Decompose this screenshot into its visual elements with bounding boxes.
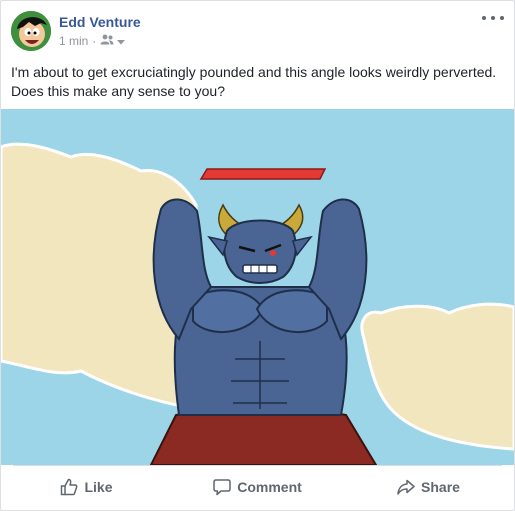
share-button[interactable]: Share: [343, 467, 514, 507]
more-dot: [482, 16, 486, 20]
like-button[interactable]: Like: [1, 467, 172, 507]
thumbs-up-icon: [60, 478, 78, 496]
post-actions: Like Comment Share: [1, 467, 514, 507]
post-timestamp[interactable]: 1 min: [59, 34, 88, 48]
share-icon: [397, 478, 415, 496]
share-label: Share: [421, 479, 460, 495]
more-dot: [500, 16, 504, 20]
post-meta: 1 min ·: [59, 34, 126, 48]
comment-button[interactable]: Comment: [172, 467, 343, 507]
post-text: I'm about to get excruciatingly pounded …: [11, 64, 497, 99]
comment-icon: [213, 478, 231, 496]
more-options-button[interactable]: [482, 11, 504, 25]
post-card: Edd Venture 1 min · I'm about to get exc…: [0, 0, 515, 511]
chevron-down-icon[interactable]: [117, 34, 126, 48]
actions-divider: [13, 465, 502, 466]
author-name[interactable]: Edd Venture: [59, 14, 141, 30]
author-avatar[interactable]: [11, 11, 51, 51]
meta-separator: ·: [92, 34, 97, 48]
post-header: Edd Venture 1 min ·: [1, 1, 514, 61]
comment-label: Comment: [237, 479, 302, 495]
like-label: Like: [84, 479, 113, 495]
post-photo[interactable]: [1, 109, 514, 465]
more-dot: [491, 16, 495, 20]
friends-icon[interactable]: [100, 34, 114, 48]
